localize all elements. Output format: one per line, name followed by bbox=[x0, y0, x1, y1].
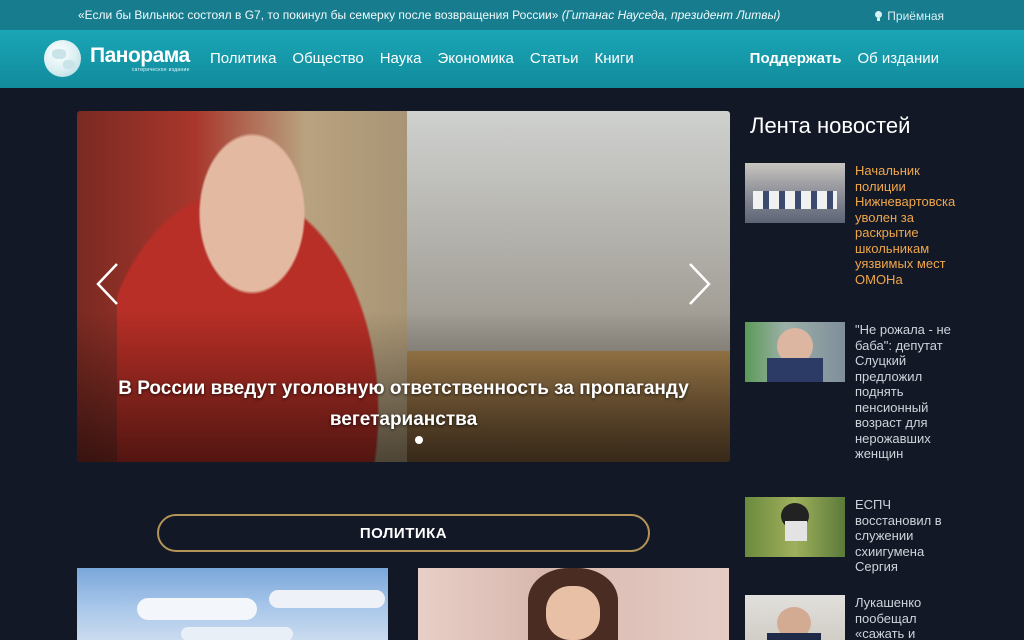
reception-label: Приёмная bbox=[887, 9, 944, 23]
quote-of-the-day[interactable]: «Если бы Вильнюс состоял в G7, то покину… bbox=[78, 8, 780, 22]
slide-caption[interactable]: В России введут уголовную ответственност… bbox=[107, 373, 700, 435]
logo-tagline: сатирическое издание bbox=[131, 66, 190, 73]
site-logo[interactable]: Панорама сатирическое издание bbox=[44, 40, 190, 77]
feed-item[interactable]: ЕСПЧ восстановил в служении схиигумена С… bbox=[745, 497, 960, 575]
feed-headline[interactable]: Лукашенко пообещал «сажать и bbox=[855, 595, 960, 640]
article-card-image[interactable] bbox=[418, 568, 729, 640]
main-menu: Политика Общество Наука Экономика Статьи… bbox=[210, 50, 634, 67]
menu-item-politics[interactable]: Политика bbox=[210, 50, 276, 67]
top-bar: «Если бы Вильнюс состоял в G7, то покину… bbox=[0, 0, 1024, 30]
globe-icon bbox=[44, 40, 81, 77]
menu-item-society[interactable]: Общество bbox=[292, 50, 363, 67]
about-link[interactable]: Об издании bbox=[858, 50, 940, 67]
feed-thumbnail[interactable] bbox=[745, 595, 845, 640]
nav-right: Поддержать Об издании bbox=[750, 50, 939, 67]
chevron-left-icon[interactable] bbox=[93, 261, 123, 307]
logo-name: Панорама bbox=[90, 43, 190, 67]
feed-headline[interactable]: Начальник полиции Нижневартовска уволен … bbox=[855, 163, 960, 287]
section-politics-button[interactable]: ПОЛИТИКА bbox=[157, 514, 650, 552]
quote-text: «Если бы Вильнюс состоял в G7, то покину… bbox=[78, 8, 559, 22]
support-link[interactable]: Поддержать bbox=[750, 50, 842, 67]
hero-slider[interactable]: В России введут уголовную ответственност… bbox=[77, 111, 730, 462]
news-feed-title: Лента новостей bbox=[750, 113, 911, 138]
feed-item[interactable]: Начальник полиции Нижневартовска уволен … bbox=[745, 163, 960, 287]
article-card-image[interactable] bbox=[77, 568, 388, 640]
menu-item-books[interactable]: Книги bbox=[595, 50, 634, 67]
feed-item[interactable]: Лукашенко пообещал «сажать и bbox=[745, 595, 960, 640]
feed-thumbnail[interactable] bbox=[745, 497, 845, 557]
lightbulb-icon bbox=[875, 11, 883, 21]
quote-author: (Гитанас Науседа, президент Литвы) bbox=[561, 8, 781, 22]
slider-dot-active[interactable] bbox=[415, 436, 423, 444]
feed-thumbnail[interactable] bbox=[745, 163, 845, 223]
feed-thumbnail[interactable] bbox=[745, 322, 845, 382]
main-navbar: Панорама сатирическое издание Политика О… bbox=[0, 30, 1024, 88]
chevron-right-icon[interactable] bbox=[684, 261, 714, 307]
feed-item[interactable]: "Не рожала - не баба": депутат Слуцкий п… bbox=[745, 322, 960, 462]
reception-link[interactable]: Приёмная bbox=[875, 9, 944, 23]
feed-headline[interactable]: ЕСПЧ восстановил в служении схиигумена С… bbox=[855, 497, 960, 575]
feed-headline[interactable]: "Не рожала - не баба": депутат Слуцкий п… bbox=[855, 322, 960, 462]
menu-item-articles[interactable]: Статьи bbox=[530, 50, 579, 67]
menu-item-science[interactable]: Наука bbox=[380, 50, 422, 67]
menu-item-economy[interactable]: Экономика bbox=[437, 50, 513, 67]
